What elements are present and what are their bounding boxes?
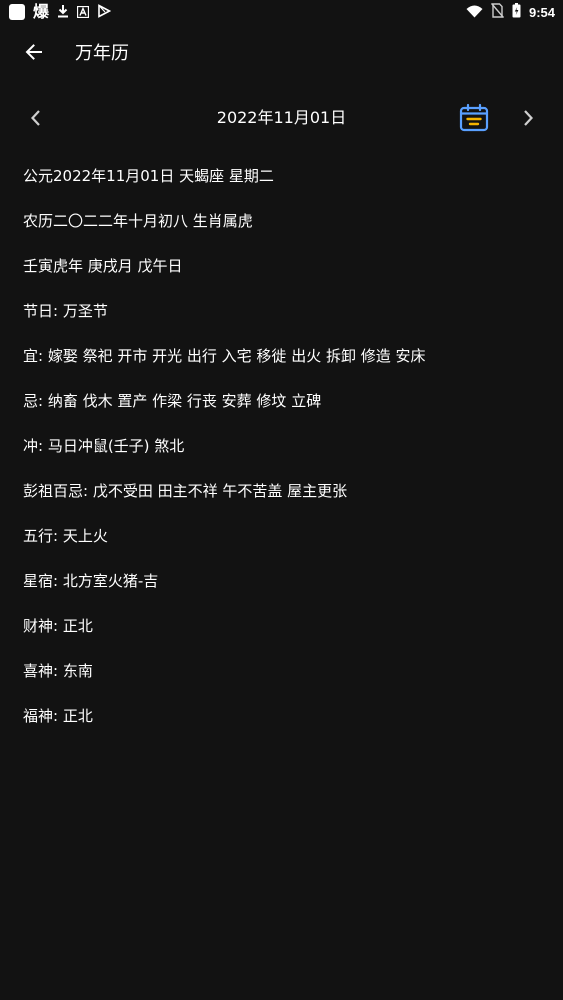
gregorian-date-line: 公元2022年11月01日 天蝎座 星期二 — [23, 167, 274, 185]
app-icon — [9, 4, 25, 20]
joy-god-line: 喜神: 东南 — [23, 662, 93, 680]
arrow-left-icon — [25, 44, 42, 60]
app-bar: 万年历 — [0, 24, 563, 80]
calendar-button[interactable] — [452, 96, 496, 140]
font-icon — [76, 3, 90, 22]
almanac-info-list: 公元2022年11月01日 天蝎座 星期二 农历二〇二二年十月初八 生肖属虎 壬… — [23, 163, 543, 748]
baozi-icon: 爆 — [33, 2, 50, 21]
page-title: 万年历 — [75, 43, 129, 64]
previous-day-button[interactable] — [16, 96, 56, 140]
status-left: 爆 — [9, 2, 112, 22]
constellation-line: 星宿: 北方室火猪-吉 — [23, 572, 159, 590]
status-time: 9:54 — [528, 4, 555, 20]
wealth-god-line: 财神: 正北 — [23, 617, 93, 635]
fortune-god-line: 福神: 正北 — [23, 707, 93, 725]
ganzhi-line: 壬寅虎年 庚戌月 戊午日 — [23, 257, 183, 275]
sim-off-icon — [490, 2, 505, 22]
wifi-icon — [466, 3, 483, 22]
pengzu-taboo-line: 彭祖百忌: 戊不受田 田主不祥 午不苦盖 屋主更张 — [23, 482, 348, 500]
status-right: 9:54 — [466, 2, 555, 22]
next-day-button[interactable] — [508, 96, 548, 140]
status-bar: 爆 9:54 — [0, 0, 563, 24]
date-navigator: 2022年11月01日 — [0, 96, 563, 140]
lunar-date-line: 农历二〇二二年十月初八 生肖属虎 — [23, 212, 253, 230]
download-icon — [57, 3, 69, 22]
play-icon — [97, 3, 112, 22]
chevron-right-icon — [524, 110, 534, 126]
avoid-line: 忌: 纳畜 伐木 置产 作梁 行丧 安葬 修坟 立碑 — [23, 392, 322, 410]
festival-line: 节日: 万圣节 — [23, 302, 108, 320]
five-elements-line: 五行: 天上火 — [23, 527, 108, 545]
back-button[interactable] — [6, 24, 62, 80]
battery-icon — [512, 2, 521, 22]
suitable-line: 宜: 嫁娶 祭祀 开市 开光 出行 入宅 移徙 出火 拆卸 修造 安床 — [23, 347, 426, 365]
calendar-icon — [459, 103, 489, 132]
clash-line: 冲: 马日冲鼠(壬子) 煞北 — [23, 437, 185, 455]
chevron-left-icon — [30, 110, 40, 126]
